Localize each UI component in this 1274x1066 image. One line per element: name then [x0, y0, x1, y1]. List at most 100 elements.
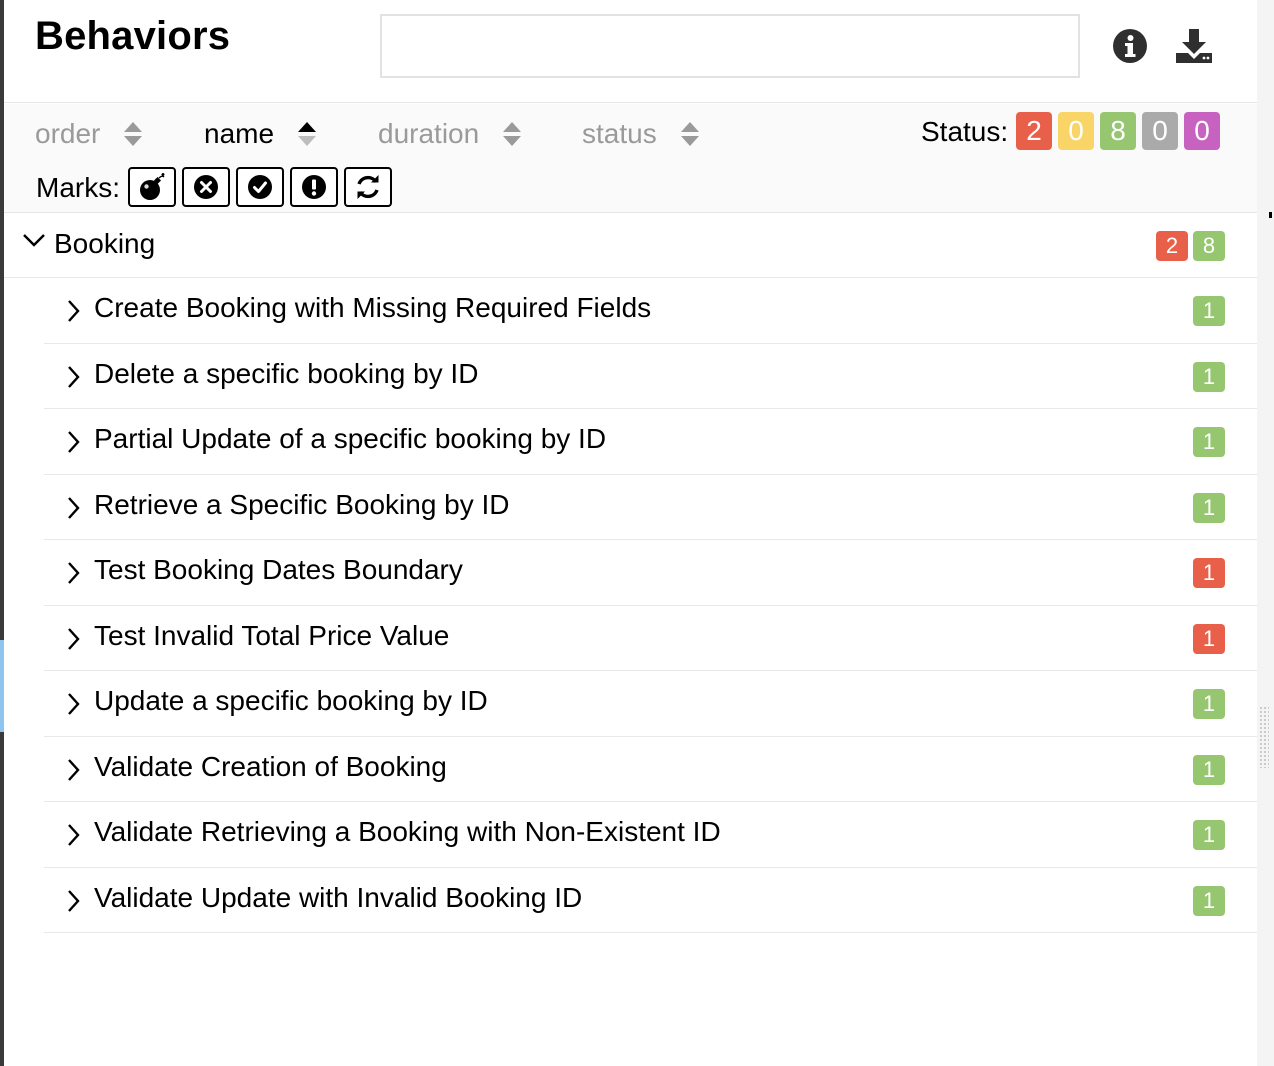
- chevron-right-icon: [68, 300, 80, 322]
- sorter-label: duration: [378, 118, 480, 149]
- tree-item[interactable]: Partial Update of a specific booking by …: [44, 409, 1257, 475]
- status-filter-unknown[interactable]: 0: [1184, 112, 1220, 150]
- sort-arrows-icon: [503, 121, 522, 147]
- chevron-down-icon: [23, 234, 45, 247]
- sort-arrows-icon: [298, 121, 317, 147]
- chevron-right-icon: [68, 693, 80, 715]
- sort-by-status[interactable]: status: [582, 114, 699, 154]
- item-status-counts: 1: [1193, 427, 1225, 457]
- check-circle-icon: [248, 175, 272, 199]
- tree-item[interactable]: Delete a specific booking by ID 1: [44, 344, 1257, 409]
- tree-item[interactable]: Validate Update with Invalid Booking ID …: [44, 868, 1257, 933]
- toolbar: order name duration status Status: 2 0 8…: [4, 104, 1257, 213]
- sorter-label: status: [582, 118, 657, 149]
- item-status-counts: 1: [1193, 558, 1225, 588]
- gutter-tick: [1269, 212, 1272, 218]
- item-status-counts: 1: [1193, 492, 1225, 523]
- sort-arrows-icon: [680, 121, 699, 147]
- chevron-right-icon: [68, 627, 80, 650]
- refresh-icon: [357, 175, 379, 199]
- group-name: Booking: [54, 228, 156, 259]
- item-name: Retrieve a Specific Booking by ID: [94, 488, 510, 520]
- count-badge-passed: 1: [1193, 820, 1225, 850]
- item-status-counts: 1: [1193, 296, 1225, 326]
- sorter-label: name: [204, 118, 275, 149]
- info-button[interactable]: [1108, 24, 1152, 68]
- sort-by-name[interactable]: name: [204, 114, 317, 154]
- item-status-counts: 1: [1193, 820, 1225, 850]
- item-name: Test Invalid Total Price Value: [94, 619, 450, 651]
- item-name: Partial Update of a specific booking by …: [94, 423, 607, 454]
- tree-group-booking[interactable]: Booking 2 8: [4, 214, 1257, 278]
- count-badge-passed: 1: [1193, 296, 1225, 326]
- chevron-right-icon: [68, 431, 80, 453]
- marks-label: Marks:: [36, 172, 120, 203]
- mark-retries-button[interactable]: [344, 167, 392, 207]
- count-badge-failed: 2: [1156, 231, 1188, 261]
- chevron-right-icon: [68, 562, 80, 584]
- item-status-counts: 1: [1193, 885, 1225, 916]
- status-filter-broken[interactable]: 0: [1058, 112, 1094, 150]
- status-filter-passed[interactable]: 8: [1100, 112, 1136, 150]
- chevron-right-icon: [68, 496, 80, 519]
- splitter-handle[interactable]: [1259, 706, 1269, 768]
- download-button[interactable]: [1172, 24, 1216, 68]
- status-filter-badges: 2 0 8 0 0: [1016, 112, 1220, 150]
- item-name: Validate Retrieving a Booking with Non-E…: [94, 816, 721, 847]
- times-circle-icon: [194, 175, 218, 199]
- item-name: Delete a specific booking by ID: [94, 357, 479, 389]
- behaviors-pane: Behaviors order name duration status Sta…: [4, 0, 1257, 1066]
- item-status-counts: 1: [1193, 623, 1225, 654]
- item-name: Test Booking Dates Boundary: [94, 554, 463, 585]
- count-badge-passed: 8: [1193, 231, 1225, 261]
- item-status-counts: 1: [1193, 754, 1225, 785]
- count-badge-passed: 1: [1193, 689, 1225, 719]
- sorter-label: order: [35, 118, 101, 149]
- bomb-icon: [140, 173, 165, 200]
- count-badge-passed: 1: [1193, 492, 1225, 523]
- mark-flaky-button[interactable]: [128, 167, 176, 207]
- count-badge-passed: 1: [1193, 885, 1225, 916]
- item-status-counts: 1: [1193, 689, 1225, 719]
- count-badge-passed: 1: [1193, 427, 1225, 457]
- status-filter-label: Status:: [921, 116, 1009, 147]
- count-badge-failed: 1: [1193, 623, 1225, 654]
- status-filter-failed[interactable]: 2: [1016, 112, 1052, 150]
- marks-filter: [128, 167, 392, 207]
- chevron-right-icon: [68, 824, 80, 846]
- tree-item[interactable]: Validate Retrieving a Booking with Non-E…: [44, 802, 1257, 868]
- count-badge-passed: 1: [1193, 361, 1225, 392]
- mark-new-passed-button[interactable]: [236, 167, 284, 207]
- behaviors-tree: Booking 2 8 Create Booking with Missing …: [4, 214, 1257, 933]
- mark-new-broken-button[interactable]: [290, 167, 338, 207]
- tree-item[interactable]: Test Invalid Total Price Value 1: [44, 606, 1257, 671]
- item-name: Validate Creation of Booking: [94, 750, 447, 782]
- status-filter-skipped[interactable]: 0: [1142, 112, 1178, 150]
- page-title: Behaviors: [35, 14, 231, 58]
- chevron-right-icon: [68, 758, 80, 781]
- chevron-right-icon: [68, 365, 80, 388]
- exclamation-circle-icon: [302, 175, 326, 199]
- item-name: Validate Update with Invalid Booking ID: [94, 881, 583, 913]
- item-status-counts: 1: [1193, 361, 1225, 392]
- search-input[interactable]: [380, 14, 1080, 78]
- group-status-counts: 2 8: [1156, 231, 1225, 261]
- tree-item[interactable]: Update a specific booking by ID 1: [44, 671, 1257, 737]
- item-name: Update a specific booking by ID: [94, 685, 488, 716]
- tree-item[interactable]: Retrieve a Specific Booking by ID 1: [44, 475, 1257, 540]
- mark-new-failed-button[interactable]: [182, 167, 230, 207]
- download-icon: [1176, 29, 1212, 63]
- sort-by-duration[interactable]: duration: [378, 114, 522, 154]
- pane-header: Behaviors: [4, 0, 1257, 103]
- sort-arrows-icon: [124, 121, 143, 147]
- tree-item[interactable]: Validate Creation of Booking 1: [44, 737, 1257, 802]
- count-badge-failed: 1: [1193, 558, 1225, 588]
- right-pane-gutter: [1257, 0, 1274, 1066]
- chevron-right-icon: [68, 889, 80, 912]
- sort-by-order[interactable]: order: [35, 114, 143, 154]
- count-badge-passed: 1: [1193, 754, 1225, 785]
- item-name: Create Booking with Missing Required Fie…: [94, 292, 652, 323]
- tree-item[interactable]: Create Booking with Missing Required Fie…: [44, 278, 1257, 344]
- tree-item[interactable]: Test Booking Dates Boundary 1: [44, 540, 1257, 606]
- info-circle-icon: [1113, 29, 1147, 63]
